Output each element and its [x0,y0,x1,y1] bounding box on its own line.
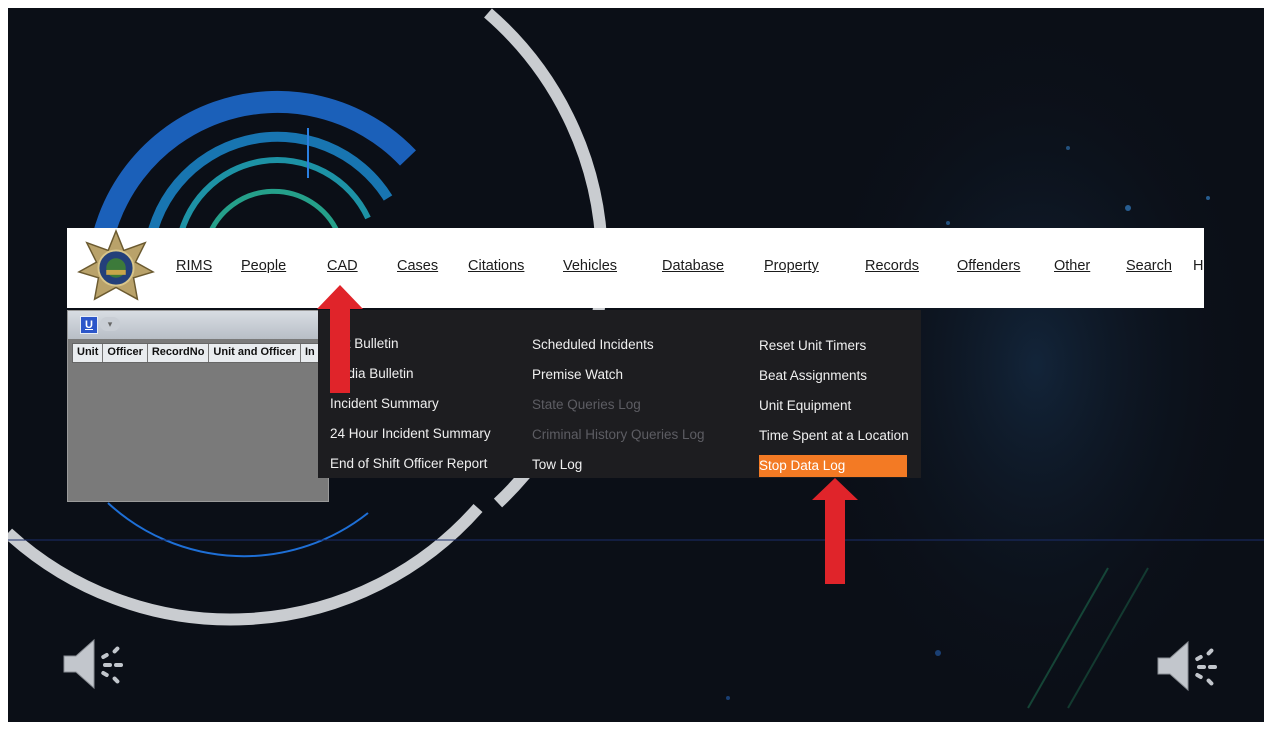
window-toolbar: U ▾ [68,311,328,339]
nav-item-cases[interactable]: Cases [397,258,438,274]
menu-item-criminal-history-queries-log: Criminal History Queries Log [532,427,705,442]
nav-item-database[interactable]: Database [662,258,724,274]
menu-item-incident-summary[interactable]: Incident Summary [330,396,439,411]
cad-dropdown-menu: ift Bulletin edia Bulletin Incident Summ… [318,310,921,478]
column-header-officer[interactable]: Officer [103,344,148,362]
u-button[interactable]: U [80,316,98,334]
column-header-unit-and-officer[interactable]: Unit and Officer [209,344,301,362]
menu-item-state-queries-log: State Queries Log [532,397,641,412]
menu-item-time-spent-at-a-location[interactable]: Time Spent at a Location [759,428,909,443]
nav-item-property[interactable]: Property [764,258,819,274]
nav-item-records[interactable]: Records [865,258,919,274]
nav-item-cad[interactable]: CAD [327,258,358,274]
nav-item-search[interactable]: Search [1126,258,1172,274]
arrow-up-icon [317,285,363,393]
speaker-right-icon[interactable] [1156,636,1224,696]
menu-item-beat-assignments[interactable]: Beat Assignments [759,368,867,383]
menu-item-24-hour-incident-summary[interactable]: 24 Hour Incident Summary [330,426,491,441]
menu-item-premise-watch[interactable]: Premise Watch [532,367,623,382]
menu-item-end-of-shift-officer-report[interactable]: End of Shift Officer Report [330,456,487,471]
menu-item-reset-unit-timers[interactable]: Reset Unit Timers [759,338,866,353]
nav-item-offenders[interactable]: Offenders [957,258,1020,274]
menu-item-tow-log[interactable]: Tow Log [532,457,582,472]
column-header-unit[interactable]: Unit [73,344,104,362]
speaker-left-icon[interactable] [62,634,130,694]
nav-item-citations[interactable]: Citations [468,258,524,274]
menu-item-scheduled-incidents[interactable]: Scheduled Incidents [532,337,654,352]
nav-item-rims[interactable]: RIMS [176,258,212,274]
arrow-up-icon [812,478,858,584]
nav-item-vehicles[interactable]: Vehicles [563,258,617,274]
grid-header-row: Unit Officer RecordNo Unit and Officer I… [72,343,321,363]
chevron-down-icon[interactable]: ▾ [100,317,120,331]
nav-item-people[interactable]: People [241,258,286,274]
police-badge-logo [77,228,155,301]
column-header-recordno[interactable]: RecordNo [148,344,210,362]
nav-item-other[interactable]: Other [1054,258,1090,274]
nav-item-help[interactable]: H [1193,258,1203,274]
menu-item-unit-equipment[interactable]: Unit Equipment [759,398,851,413]
unit-status-window: U ▾ Unit Officer RecordNo Unit and Offic… [67,310,329,502]
top-navigation-bar: RIMS People CAD Cases Citations Vehicles… [67,228,1204,308]
menu-item-stop-data-log[interactable]: Stop Data Log [759,455,907,477]
